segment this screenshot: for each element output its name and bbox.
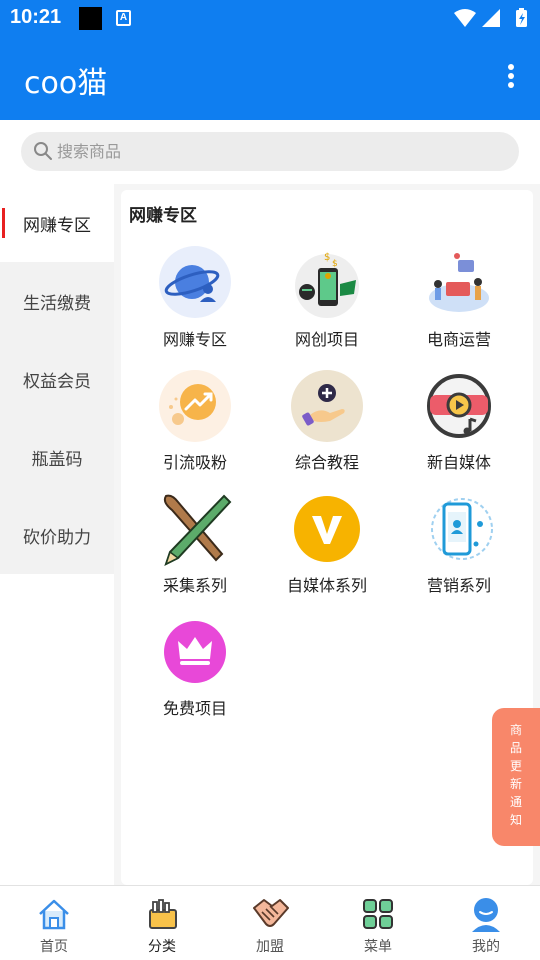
tab-label: 菜单 [364, 939, 392, 955]
grid-item-wangzhuan[interactable]: 网赚专区 [129, 246, 261, 361]
sidebar-item-label: 网赚专区 [23, 215, 91, 236]
category-content: 网赚专区 生活缴费 权益会员 瓶盖码 砍价助力 网赚专区 网赚专区 $ $ 网创… [0, 184, 540, 885]
status-time: 10:21 [10, 6, 62, 28]
grid-item-label: 新自媒体 [426, 453, 491, 472]
phone-money-icon: $ $ [290, 246, 364, 320]
grid-item-label: 引流吸粉 [162, 453, 227, 472]
tab-label: 加盟 [256, 939, 284, 955]
grid-item-label: 自媒体系列 [286, 576, 367, 595]
signal-icon [482, 9, 500, 27]
phone-marketing-icon [422, 492, 496, 566]
category-sidebar: 网赚专区 生活缴费 权益会员 瓶盖码 砍价助力 [0, 184, 114, 574]
category-panel: 网赚专区 网赚专区 $ $ 网创项目 电商运营 引流吸粉 综合教程 新自媒体 采… [121, 190, 533, 885]
search-icon [33, 141, 53, 165]
tab-join[interactable]: 加盟 [216, 886, 324, 960]
app-title: coo猫 [24, 66, 108, 101]
hand-plus-icon [290, 369, 364, 443]
sidebar-item-label: 权益会员 [23, 371, 91, 392]
category-icon [142, 894, 182, 934]
sidebar-item-label: 生活缴费 [23, 293, 91, 314]
grid-item-yinliu[interactable]: 引流吸粉 [129, 369, 261, 484]
user-icon [466, 894, 506, 934]
grid-item-zonghe[interactable]: 综合教程 [261, 369, 393, 484]
tab-menu[interactable]: 菜单 [324, 886, 432, 960]
grid-item-xinzimeiti[interactable]: 新自媒体 [393, 369, 525, 484]
grid-item-wangchuang[interactable]: $ $ 网创项目 [261, 246, 393, 361]
tab-label: 分类 [148, 939, 176, 955]
sidebar-item-wangzhuan[interactable]: 网赚专区 [0, 184, 114, 262]
grid-item-label: 电商运营 [426, 330, 491, 349]
ecommerce-team-icon [422, 246, 496, 320]
crown-icon [158, 615, 232, 689]
notice-char: 商 [509, 723, 522, 737]
panel-title: 网赚专区 [129, 206, 197, 226]
tab-label: 首页 [40, 939, 68, 955]
status-bar: 10:21 A [0, 0, 540, 36]
sidebar-item-shenghuo[interactable]: 生活缴费 [0, 262, 114, 340]
sidebar-item-quanyi[interactable]: 权益会员 [0, 340, 114, 418]
notification-a-icon: A [116, 10, 131, 26]
battery-icon [516, 8, 527, 27]
notice-char: 新 [509, 777, 522, 791]
planet-user-icon [158, 246, 232, 320]
grid-item-label: 综合教程 [294, 453, 359, 472]
notice-char: 通 [509, 795, 522, 809]
system-icons [452, 7, 532, 33]
more-dot-icon [508, 82, 514, 88]
grid-item-dianshang[interactable]: 电商运营 [393, 246, 525, 361]
video-play-icon [422, 369, 496, 443]
tab-home[interactable]: 首页 [0, 886, 108, 960]
grid-menu-icon [358, 894, 398, 934]
svg-text:$: $ [324, 252, 330, 263]
search-input[interactable] [57, 132, 497, 171]
wifi-icon [454, 9, 476, 27]
brush-pencil-icon [158, 492, 232, 566]
growth-chart-icon [158, 369, 232, 443]
product-update-notice-button[interactable]: 商 品 更 新 通 知 [492, 708, 540, 846]
tab-category[interactable]: 分类 [108, 886, 216, 960]
notice-char: 知 [509, 813, 522, 827]
grid-item-label: 采集系列 [162, 576, 227, 595]
tab-label: 我的 [472, 939, 500, 955]
sidebar-item-label: 砍价助力 [23, 527, 91, 548]
grid-item-label: 网创项目 [294, 330, 359, 349]
notice-char: 更 [509, 759, 522, 773]
search-bar[interactable] [21, 132, 519, 171]
grid-item-caiji[interactable]: 采集系列 [129, 492, 261, 607]
bottom-tab-bar: 首页 分类 加盟 菜单 我的 [0, 885, 540, 960]
v-badge-icon [290, 492, 364, 566]
notice-char: 品 [509, 741, 522, 755]
more-menu-button[interactable] [504, 64, 518, 92]
grid-item-zimeiti[interactable]: 自媒体系列 [261, 492, 393, 607]
sidebar-item-kanjia[interactable]: 砍价助力 [0, 496, 114, 574]
grid-item-yingxiao[interactable]: 营销系列 [393, 492, 525, 607]
sidebar-item-label: 瓶盖码 [31, 449, 83, 470]
more-dot-icon [508, 73, 514, 79]
grid-item-label: 网赚专区 [162, 330, 227, 349]
grid-item-label: 免费项目 [162, 699, 227, 718]
search-area [0, 120, 540, 184]
notification-app-icon [79, 7, 102, 30]
svg-text:$: $ [332, 259, 338, 269]
sidebar-item-pinggai[interactable]: 瓶盖码 [0, 418, 114, 496]
sidebar-background [0, 574, 114, 885]
tab-mine[interactable]: 我的 [432, 886, 540, 960]
home-icon [34, 894, 74, 934]
app-bar: coo猫 [0, 36, 540, 120]
handshake-icon [250, 894, 290, 934]
grid-item-mianfei[interactable]: 免费项目 [129, 615, 261, 730]
grid-item-label: 营销系列 [426, 576, 491, 595]
more-dot-icon [508, 64, 514, 70]
